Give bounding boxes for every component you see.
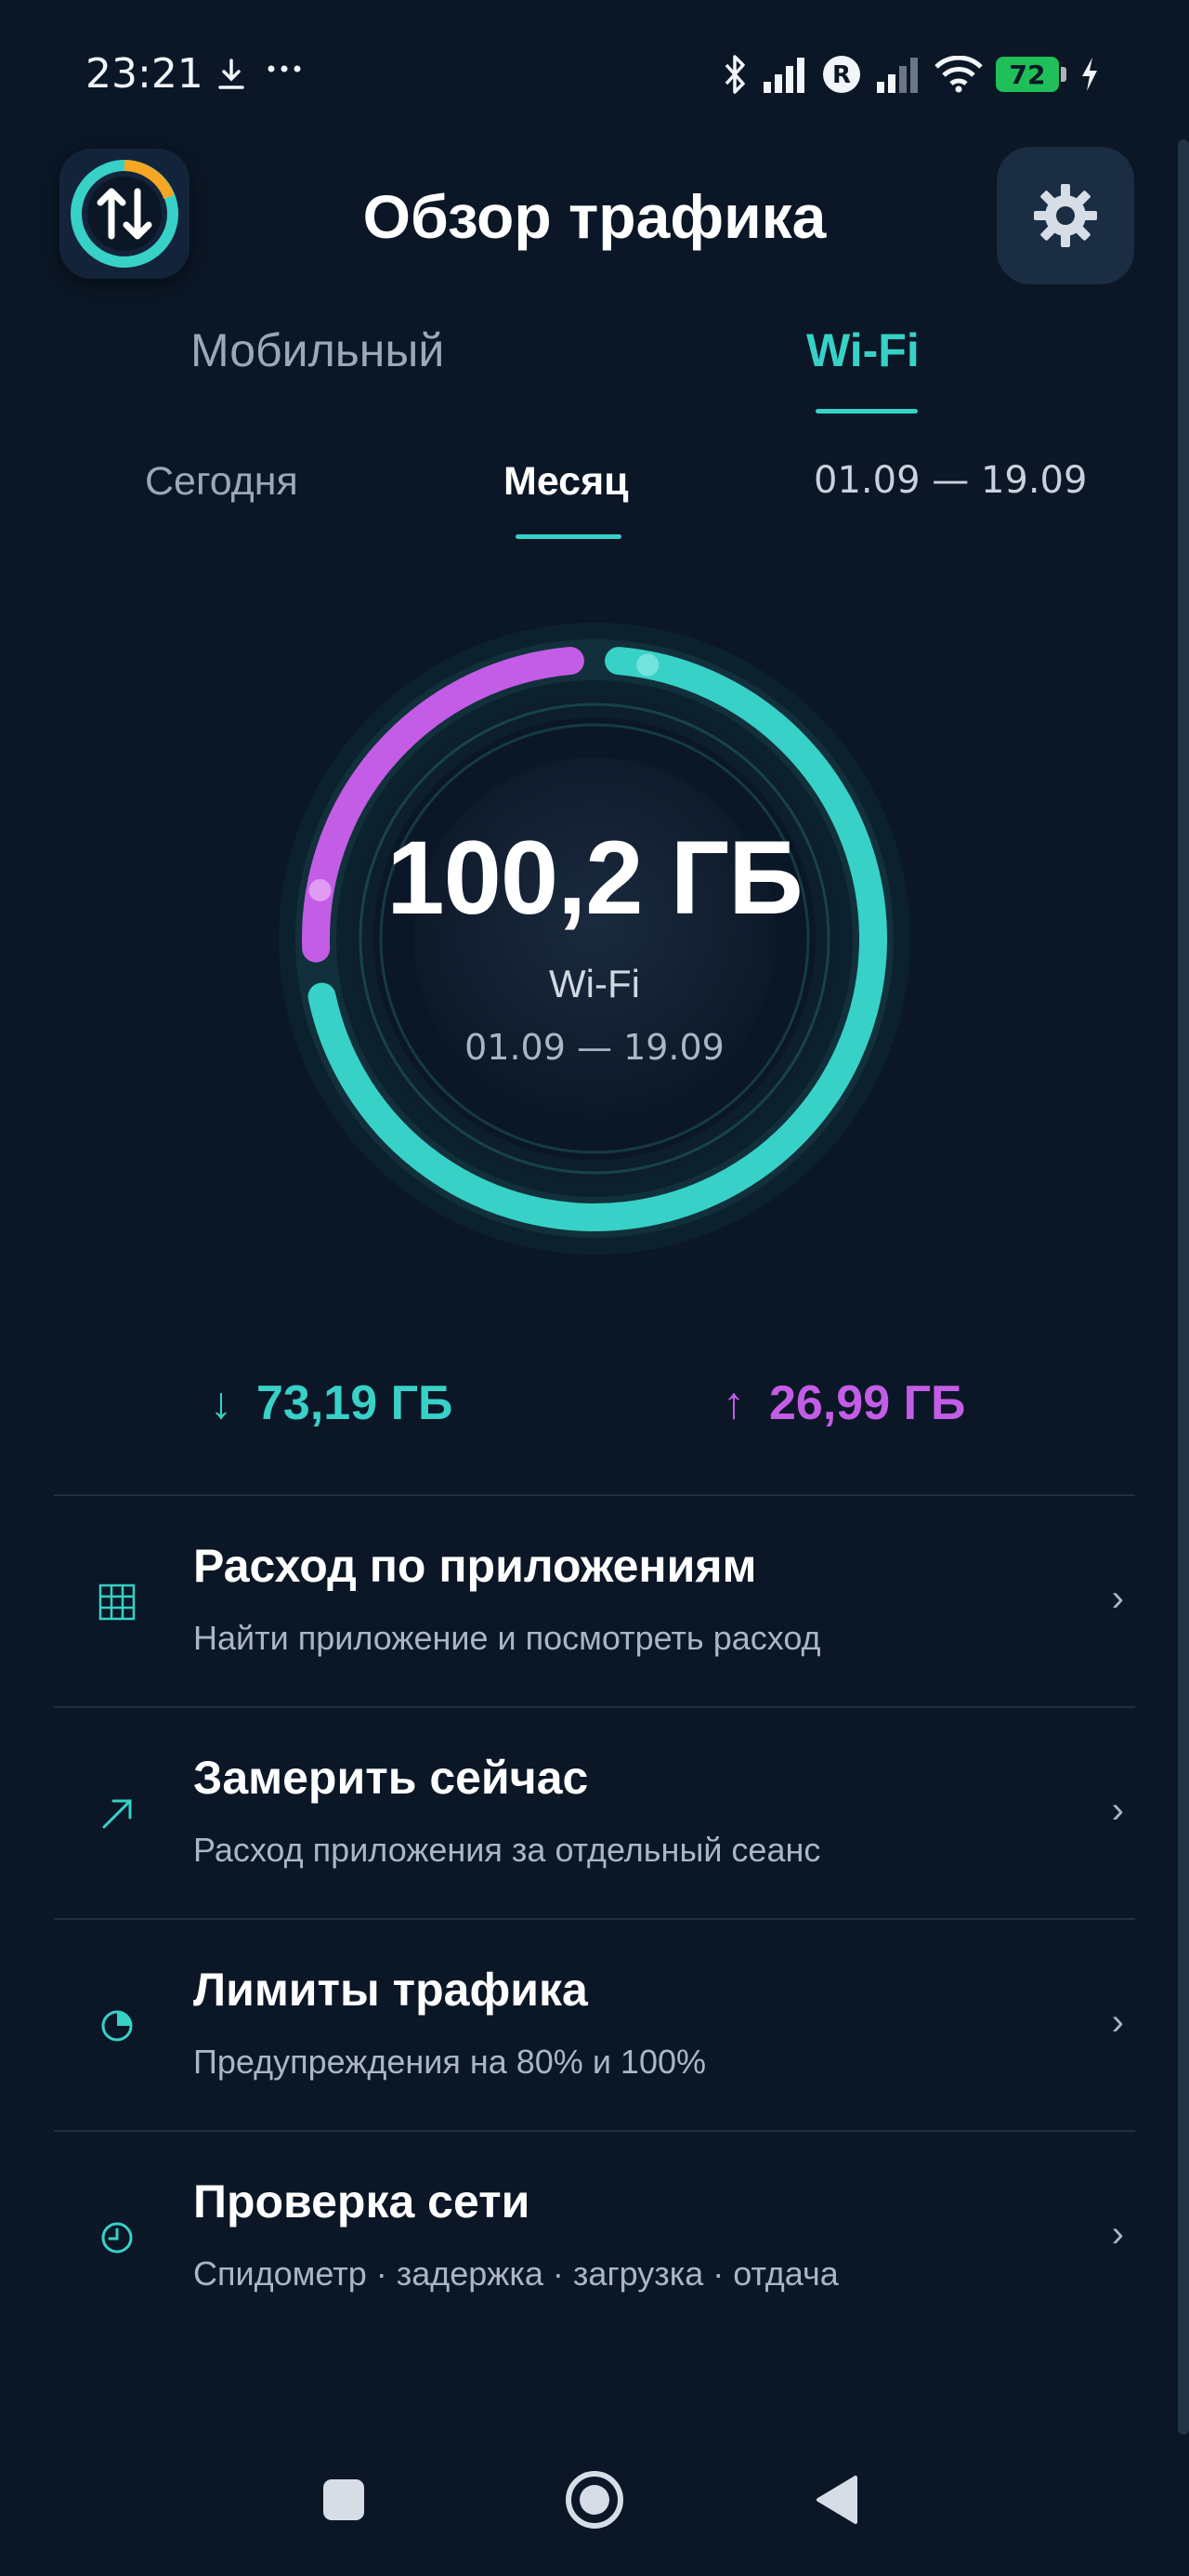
more-icon — [266, 59, 303, 83]
signal-icon — [877, 58, 918, 93]
back-triangle-icon — [817, 2476, 857, 2524]
menu-item-subtitle: Предупреждения на 80% и 100% — [193, 2043, 707, 2081]
upload-arrow-icon: ↑ — [723, 1378, 745, 1428]
period-tab-today[interactable]: Сегодня — [145, 459, 298, 505]
menu-item-network-check[interactable]: Проверка сети Спидометр · задержка · заг… — [54, 2132, 1135, 2342]
download-value: 73,19 ГБ — [256, 1376, 453, 1430]
menu-item-title: Лимиты трафика — [193, 1964, 588, 2016]
menu-item-measure-now[interactable]: Замерить сейчас Расход приложения за отд… — [54, 1708, 1135, 1918]
nav-home-button[interactable] — [553, 2453, 636, 2546]
menu-item-traffic-limits[interactable]: Лимиты трафика Предупреждения на 80% и 1… — [54, 1920, 1135, 2130]
svg-text:R: R — [832, 61, 851, 89]
chevron-right-icon: › — [1111, 1790, 1124, 1831]
menu-item-subtitle: Найти приложение и посмотреть расход — [193, 1619, 821, 1657]
grid-icon — [97, 1582, 137, 1623]
roaming-icon: R — [823, 56, 860, 93]
settings-button[interactable] — [997, 147, 1134, 284]
download-arrow-icon: ↓ — [210, 1378, 232, 1428]
status-time: 23:21 — [85, 50, 203, 98]
home-circle-icon — [566, 2471, 623, 2529]
menu-item-subtitle: Расход приложения за отдельный сеанс — [193, 1831, 821, 1869]
tab-wifi-indicator — [816, 409, 918, 414]
upload-value: 26,99 ГБ — [769, 1376, 966, 1430]
download-arc-highlight — [636, 653, 660, 677]
gauge-total-value: 100,2 ГБ — [386, 820, 803, 936]
battery-icon: 72 — [996, 57, 1066, 92]
nav-back-button[interactable] — [799, 2453, 873, 2546]
scrollbar[interactable] — [1178, 139, 1189, 2435]
status-icons: R 72 — [721, 52, 1100, 97]
clock-icon — [97, 2217, 137, 2258]
tab-wifi[interactable]: Wi-Fi — [806, 323, 920, 377]
menu-item-app-usage[interactable]: Расход по приложениям Найти приложение и… — [54, 1496, 1135, 1706]
wifi-icon — [934, 56, 983, 93]
chevron-right-icon: › — [1111, 2214, 1124, 2254]
charging-icon — [1082, 58, 1097, 91]
gauge-date-range: 01.09 — 19.09 — [464, 1027, 725, 1068]
download-total: ↓ 73,19 ГБ — [210, 1375, 452, 1431]
square-icon — [323, 2479, 364, 2520]
download-icon — [216, 58, 247, 96]
menu-item-title: Расход по приложениям — [193, 1540, 757, 1592]
nav-recents-button[interactable] — [307, 2453, 381, 2546]
battery-level: 72 — [996, 57, 1059, 92]
trend-arrow-icon — [97, 1794, 137, 1834]
period-tab-month[interactable]: Месяц — [503, 459, 629, 505]
menu-item-title: Замерить сейчас — [193, 1752, 589, 1804]
chevron-right-icon: › — [1111, 1578, 1124, 1619]
traffic-gauge — [279, 623, 910, 1255]
tab-mobile[interactable]: Мобильный — [190, 323, 444, 377]
signal-icon — [764, 58, 804, 93]
gauge-network-label: Wi-Fi — [549, 962, 640, 1005]
menu-item-subtitle: Спидометр · задержка · загрузка · отдача — [193, 2254, 839, 2293]
chevron-right-icon: › — [1111, 2002, 1124, 2043]
bluetooth-icon — [725, 55, 745, 94]
gear-icon — [1034, 184, 1097, 247]
period-month-indicator — [516, 534, 621, 539]
pie-icon — [97, 2005, 137, 2046]
period-tab-range[interactable]: 01.09 — 19.09 — [814, 459, 1087, 502]
upload-total: ↑ 26,99 ГБ — [723, 1375, 965, 1431]
menu-item-title: Проверка сети — [193, 2175, 530, 2228]
